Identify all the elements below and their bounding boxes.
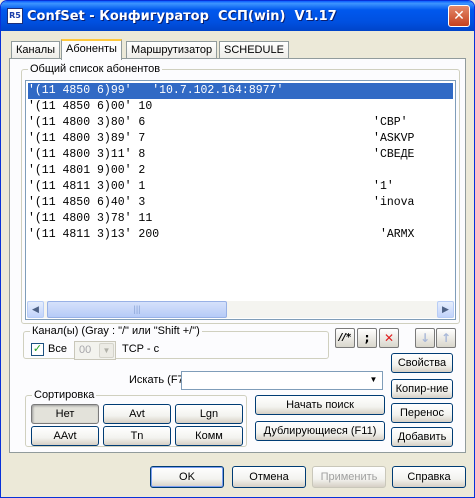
sort-none-button[interactable]: Нет (31, 404, 99, 424)
channel-select[interactable]: 00 ▼ (74, 341, 116, 360)
move-down-icon[interactable]: ↓ (415, 328, 435, 348)
subscribers-group-title: Общий список абонентов (28, 62, 163, 76)
tab-router[interactable]: Маршрутизатор (126, 41, 218, 59)
move-button[interactable]: Перенос (391, 403, 453, 423)
list-item[interactable]: '(11 4850 6)00' 10 (28, 99, 453, 115)
sort-avt-button[interactable]: Avt (103, 404, 171, 424)
search-label: Искать (F7) (129, 374, 188, 386)
list-item[interactable]: '(11 4811 3)00' 1 '1' (28, 179, 453, 195)
all-channels-checkbox[interactable]: ✓ (31, 343, 44, 356)
filter-icon[interactable]: //* (335, 328, 355, 348)
tab-channels[interactable]: Каналы (11, 41, 61, 59)
channels-group-title: Канал(ы) (Gray : "/" или "Shift +/") (30, 324, 202, 338)
close-button[interactable]: ✕ (448, 5, 470, 27)
main-window: R5 ConfSet - Конфигуратор ССП(win) V1.17… (0, 0, 475, 498)
apply-button[interactable]: Применить (312, 466, 386, 488)
list-item[interactable]: '(11 4800 3)11' 8 'СВЕДЕ (28, 147, 453, 163)
channels-group: Канал(ы) (Gray : "/" или "Shift +/") (23, 324, 329, 359)
duplicates-button[interactable]: Дублирующиеся (F11) (255, 421, 385, 441)
sort-group-title: Сортировка (32, 388, 97, 402)
sort-tn-button[interactable]: Tn (103, 426, 171, 446)
horizontal-scrollbar[interactable]: ◀ ||| ▶ (27, 301, 454, 318)
copy-button[interactable]: Копир-ние (391, 379, 453, 399)
window-title: ConfSet - Конфигуратор ССП(win) V1.17 (27, 8, 337, 24)
all-channels-label: Все (48, 343, 67, 355)
list-item[interactable]: '(11 4800 3)78' 11 (28, 211, 453, 227)
list-item[interactable]: '(11 4801 9)00' 2 (28, 163, 453, 179)
ok-button[interactable]: OK (150, 466, 224, 488)
list-item[interactable]: '(11 4850 6)99' '10.7.102.164:8977' (28, 83, 453, 99)
subscribers-list[interactable]: '(11 4850 6)99' '10.7.102.164:8977' '(11… (25, 80, 456, 320)
move-up-icon[interactable]: ↑ (436, 328, 456, 348)
search-input[interactable]: ▼ (181, 371, 383, 390)
scroll-thumb[interactable]: ||| (47, 301, 227, 318)
list-item[interactable]: '(11 4800 3)80' 6 'СВР' (28, 115, 453, 131)
channel-select-value: 00 (79, 344, 92, 356)
tab-subscribers[interactable]: Абоненты (61, 39, 122, 60)
cancel-button[interactable]: Отмена (232, 466, 306, 488)
list-item[interactable]: '(11 4811 3)13' 200 'ARMX (28, 227, 453, 243)
help-button[interactable]: Справка (392, 466, 466, 488)
tcp-label: TCP - c (122, 343, 160, 355)
sort-aavt-button[interactable]: AAvt (31, 426, 99, 446)
list-item[interactable]: '(11 4850 6)40' 3 'inova (28, 195, 453, 211)
properties-button[interactable]: Свойства (391, 353, 453, 373)
app-icon[interactable]: R5 (7, 8, 23, 24)
scroll-right-icon[interactable]: ▶ (437, 301, 454, 318)
chevron-down-icon[interactable]: ▼ (366, 373, 381, 388)
list-item[interactable]: '(11 4800 3)89' 7 'ASKVP (28, 131, 453, 147)
title-bar[interactable]: R5 ConfSet - Конфигуратор ССП(win) V1.17… (1, 1, 474, 31)
sort-comment-button[interactable]: Комм (175, 426, 243, 446)
delete-icon[interactable]: ✕ (379, 328, 399, 348)
sort-lgn-button[interactable]: Lgn (175, 404, 243, 424)
add-button[interactable]: Добавить (391, 427, 453, 447)
tab-schedule[interactable]: SCHEDULE (219, 41, 289, 59)
colon-icon[interactable]: ; (357, 328, 377, 348)
start-search-button[interactable]: Начать поиск (255, 395, 385, 415)
scroll-left-icon[interactable]: ◀ (27, 301, 44, 318)
chevron-down-icon[interactable]: ▼ (99, 343, 114, 358)
